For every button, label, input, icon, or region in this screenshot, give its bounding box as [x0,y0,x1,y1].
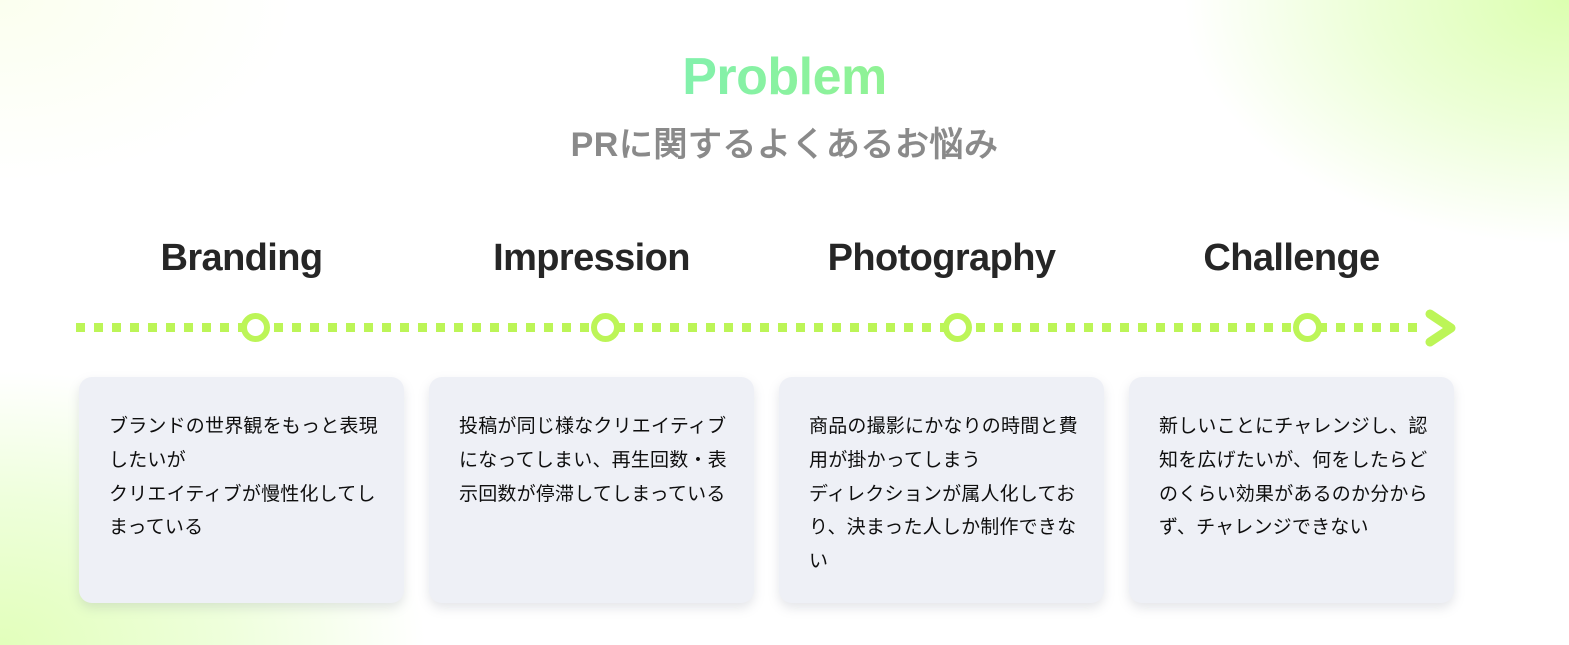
problem-card-text: 新しいことにチャレンジし、認知を広げたいが、何をしたらどのくらい効果があるのか分… [1159,416,1428,539]
column-headings-row: Branding Impression Photography Challeng… [79,233,1491,285]
timeline [0,304,1569,352]
column-heading: Challenge [1203,237,1380,280]
column-branding: Branding [79,233,404,285]
problem-card-impression: 投稿が同じ様なクリエイティブになってしまい、再生回数・表示回数が停滞してしまって… [429,377,754,604]
chevron-right-icon [1425,309,1456,347]
column-impression: Impression [429,233,754,285]
timeline-node-photography [943,313,972,342]
section-title: Problem [0,0,1569,108]
problem-card-text: 商品の撮影にかなりの時間と費用が掛かってしまう ディレクションが属人化しており、… [809,416,1078,573]
timeline-node-challenge [1293,313,1322,342]
section-subtitle: PRに関するよくあるお悩み [570,125,999,164]
timeline-node-branding [241,313,270,342]
problem-card-branding: ブランドの世界観をもっと表現したいが クリエイティブが慢性化してしまっている [79,377,404,604]
column-heading: Impression [493,237,690,280]
problem-section: Problem PRに関するよくあるお悩み Branding Impressio… [0,0,1569,645]
column-heading: Photography [827,237,1056,280]
column-challenge: Challenge [1129,233,1454,285]
column-heading: Branding [160,237,324,280]
problem-card-text: 投稿が同じ様なクリエイティブになってしまい、再生回数・表示回数が停滞してしまって… [459,416,727,505]
column-photography: Photography [779,233,1104,285]
timeline-dashed-track [76,323,1421,332]
problem-card-challenge: 新しいことにチャレンジし、認知を広げたいが、何をしたらどのくらい効果があるのか分… [1129,377,1454,604]
problem-card-photography: 商品の撮影にかなりの時間と費用が掛かってしまう ディレクションが属人化しており、… [779,377,1104,604]
problem-card-text: ブランドの世界観をもっと表現したいが クリエイティブが慢性化してしまっている [109,416,378,539]
section-header: Problem PRに関するよくあるお悩み [0,0,1569,166]
problem-cards-row: ブランドの世界観をもっと表現したいが クリエイティブが慢性化してしまっている 投… [79,377,1491,604]
timeline-node-impression [591,313,620,342]
